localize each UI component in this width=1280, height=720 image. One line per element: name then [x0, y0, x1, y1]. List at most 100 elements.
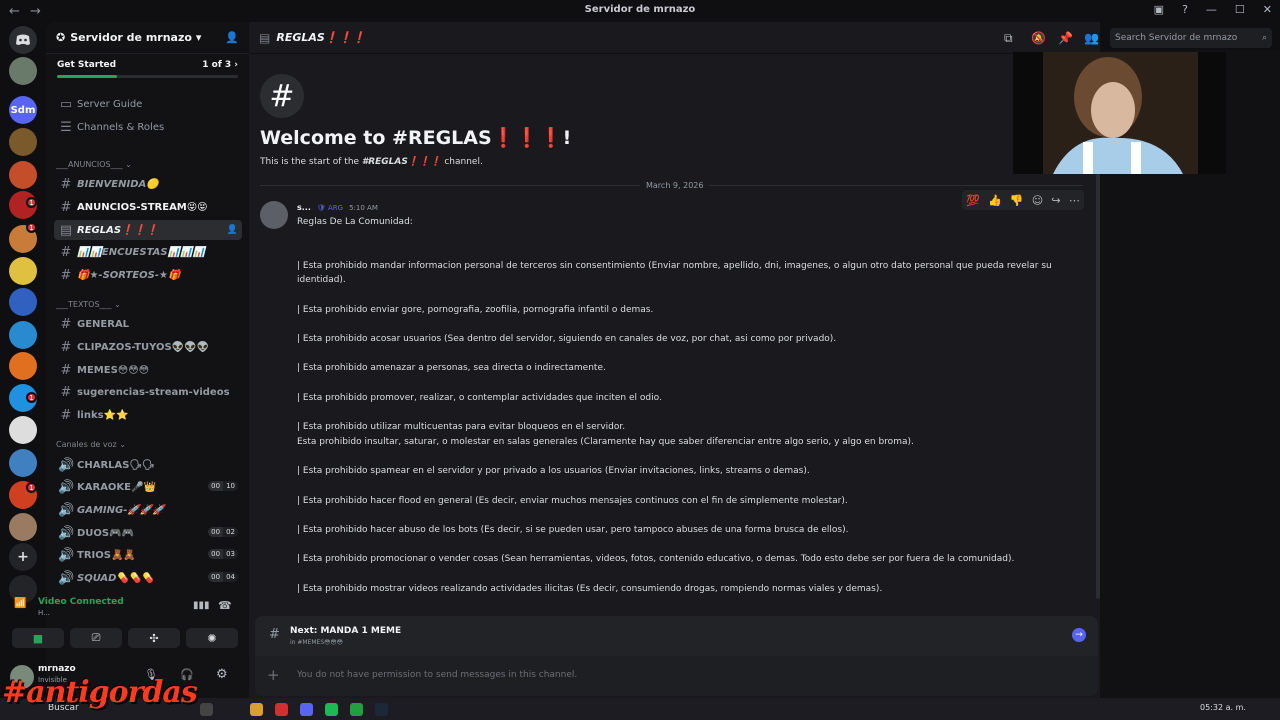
member-list-icon[interactable]: 👥 [1084, 31, 1099, 45]
get-started[interactable]: Get Started 1 of 3 › [52, 60, 243, 84]
camera-button[interactable]: ■ [12, 628, 64, 648]
welcome-subtitle: This is the start of the #REGLAS❗❗❗ chan… [260, 157, 483, 167]
minimize-icon[interactable]: — [1206, 3, 1217, 16]
thumbs-down-icon[interactable]: 👎 [1010, 194, 1024, 207]
channel-label: links⭐⭐ [77, 409, 129, 421]
disconnect-icon[interactable]: ☎ [218, 599, 232, 612]
channel-item[interactable]: 🔊 DUOS🎮🎮 00 02 [54, 523, 242, 543]
inbox-icon[interactable]: ▣ [1154, 3, 1164, 16]
category-header[interactable]: ___TEXTOS___ ⌄ [56, 300, 121, 309]
search-input[interactable]: Search Servidor de mrnazo ⌕ [1110, 28, 1272, 48]
channel-item[interactable]: 🔊 KARAOKE🎤👑 00 10 [54, 477, 242, 497]
server-icon[interactable] [9, 57, 37, 85]
notification-bell-icon[interactable]: 🔕 [1031, 31, 1046, 45]
channel-item[interactable]: # MEMES😳😳😳 [54, 360, 242, 380]
discord-home-icon[interactable] [9, 26, 37, 54]
channel-hash-icon: # [260, 74, 304, 118]
server-icon[interactable] [9, 257, 37, 285]
screen-share-button[interactable]: ⎚ [70, 628, 122, 648]
steam-icon[interactable] [375, 703, 388, 716]
channel-item[interactable]: ▤ REGLAS❗❗❗ 👤 [54, 220, 242, 240]
title-bar: ← → Servidor de mrnazo ▣ ? — ☐ ✕ [0, 0, 1280, 22]
channel-label: REGLAS❗❗❗ [77, 224, 159, 236]
rule-line: | Esta prohibido amenazar a personas, se… [297, 363, 606, 373]
message-intro: Reglas De La Comunidad: [297, 217, 413, 227]
thumbs-up-icon[interactable]: 👍 [988, 194, 1002, 207]
noise-suppression-icon[interactable]: ▮▮▮ [193, 600, 210, 611]
channel-item[interactable]: # GENERAL [54, 314, 242, 334]
channel-item[interactable]: # BIENVENIDA🟡 [54, 174, 242, 194]
category-header[interactable]: Canales de voz ⌄ [56, 440, 126, 449]
category-header[interactable]: ___ANUNCIOS___ ⌄ [56, 160, 132, 169]
next-channel-banner[interactable]: # Next: MANDA 1 MEME in #MEMES😳😳😳 → [255, 616, 1098, 656]
soundboard-button[interactable]: ✺ [186, 628, 238, 648]
server-icon[interactable] [9, 449, 37, 477]
channel-item[interactable]: 🔊 SQUAD💊💊💊 00 04 [54, 568, 242, 588]
add-reaction-icon[interactable]: ☺ [1032, 194, 1043, 207]
channel-label: MEMES😳😳😳 [77, 364, 150, 376]
server-icon[interactable] [9, 161, 37, 189]
invite-icon[interactable]: 👤 [227, 225, 238, 235]
hash-icon: # [269, 627, 280, 642]
channel-item[interactable]: # 📊📊ENCUESTAS📊📊📊 [54, 242, 242, 262]
channel-item[interactable]: # CLIPAZOS-TUYOS👽👽👽 [54, 337, 242, 357]
arrow-right-icon[interactable]: → [1072, 628, 1086, 642]
channels-roles-item[interactable]: ☰ Channels & Roles [54, 117, 242, 137]
threads-icon[interactable]: ⧉ [1004, 31, 1013, 46]
add-server-icon[interactable]: + [9, 543, 37, 571]
channel-label: 📊📊ENCUESTAS📊📊📊 [77, 246, 205, 258]
server-name: Servidor de mrnazo [70, 31, 192, 44]
browser-icon[interactable] [275, 703, 288, 716]
server-icon[interactable] [9, 416, 37, 444]
channel-item[interactable]: # sugerencias-stream-videos [54, 382, 242, 402]
pin-icon[interactable]: 📌 [1058, 31, 1073, 45]
app-icon[interactable] [350, 703, 363, 716]
server-icon[interactable] [9, 288, 37, 316]
webcam-overlay [1013, 52, 1226, 174]
channel-label: 🎁★-SORTEOS-★🎁 [77, 269, 181, 281]
channel-item[interactable]: 🔊 TRIOS🧸🧸 00 03 [54, 545, 242, 565]
voice-status[interactable]: Video Connected [38, 597, 124, 607]
forward-icon[interactable]: ↪ [1051, 194, 1060, 207]
channel-item[interactable]: # 🎁★-SORTEOS-★🎁 [54, 265, 242, 285]
server-icon[interactable] [9, 321, 37, 349]
message-author[interactable]: s... [297, 203, 311, 212]
task-view-icon[interactable] [200, 703, 213, 716]
server-icon[interactable] [9, 352, 37, 380]
signal-icon[interactable]: 📶 [14, 598, 26, 609]
message-avatar[interactable] [260, 201, 288, 229]
server-icon[interactable] [9, 128, 37, 156]
channel-label: GAMING-🚀🚀🚀 [77, 504, 165, 516]
maximize-icon[interactable]: ☐ [1235, 3, 1245, 16]
server-guide-item[interactable]: ▭ Server Guide [54, 94, 242, 114]
settings-gear-icon[interactable]: ⚙ [216, 667, 228, 682]
forward-arrow-icon[interactable]: → [30, 4, 41, 19]
rule-line: | Esta prohibido mostrar videos realizan… [297, 584, 883, 594]
back-arrow-icon[interactable]: ← [9, 4, 20, 19]
rule-line: Esta prohibido insultar, saturar, o mole… [297, 437, 914, 447]
close-icon[interactable]: ✕ [1263, 3, 1272, 16]
server-header[interactable]: ✪ Servidor de mrnazo ▾ 👤 [46, 22, 249, 54]
channel-item[interactable]: # links⭐⭐ [54, 405, 242, 425]
chat-header: ▤ REGLAS❗❗❗ [249, 22, 1100, 54]
activities-button[interactable]: ✣ [128, 628, 180, 648]
taskbar-time: 05:32 a. m. [1200, 703, 1246, 712]
scrollbar[interactable] [1096, 174, 1100, 599]
file-explorer-icon[interactable] [250, 703, 263, 716]
stream-overlay-text: #antigordas [2, 675, 198, 710]
channel-label: Channels & Roles [77, 121, 165, 133]
invite-people-icon[interactable]: 👤 [225, 31, 239, 44]
discord-taskbar-icon[interactable] [300, 703, 313, 716]
reaction-100-icon[interactable]: 💯 [966, 194, 980, 207]
channel-item[interactable]: 🔊 CHARLAS🗣🗣 [54, 455, 242, 475]
help-icon[interactable]: ? [1182, 3, 1188, 16]
channel-item[interactable]: 🔊 GAMING-🚀🚀🚀 [54, 500, 242, 520]
spotify-icon[interactable] [325, 703, 338, 716]
speaker-icon: 🔊 [58, 525, 75, 541]
channel-item[interactable]: # ANUNCIOS-STREAM😝😝 [54, 197, 242, 217]
server-icon[interactable]: Sdm [9, 96, 37, 124]
channel-label: DUOS🎮🎮 [77, 527, 135, 539]
server-icon[interactable] [9, 513, 37, 541]
more-options-icon[interactable]: ⋯ [1069, 194, 1080, 207]
channels-roles-icon: ☰ [60, 119, 72, 135]
